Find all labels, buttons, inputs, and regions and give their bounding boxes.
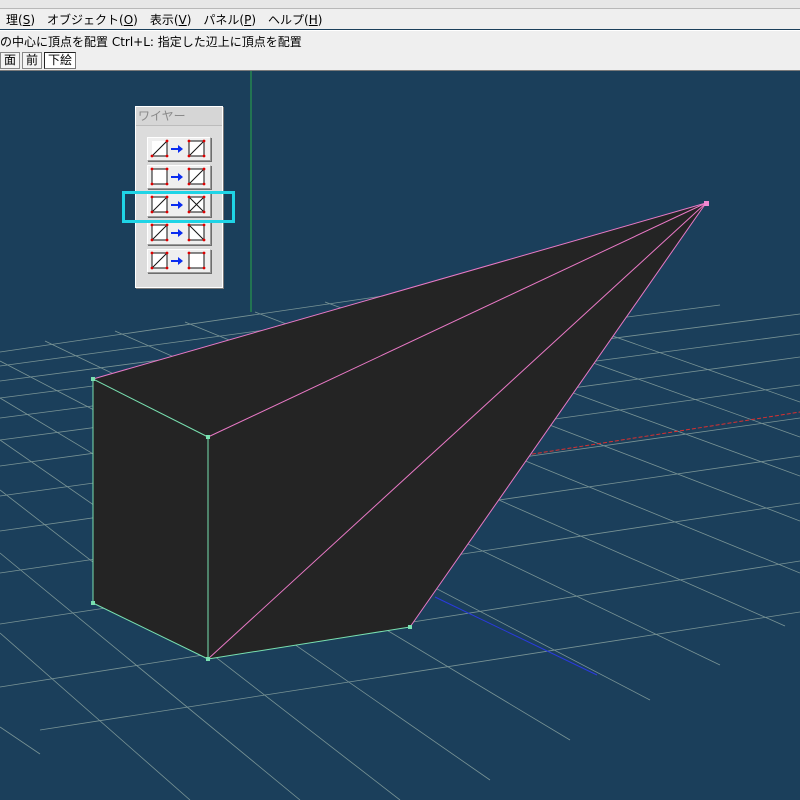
flip-diagonal-button[interactable] [147, 221, 211, 245]
3d-viewport[interactable] [0, 71, 800, 800]
view-tab-bar: 面 前 下絵 [0, 51, 800, 71]
z-axis-line [434, 596, 598, 676]
triangle-to-quad-button[interactable] [147, 137, 211, 161]
tab-underlay[interactable]: 下絵 [44, 52, 77, 69]
hint-bar: の中心に頂点を配置 Ctrl+L: 指定した辺上に頂点を配置 [0, 30, 800, 52]
x-axis-line [519, 411, 800, 457]
selected-vertex[interactable] [704, 201, 709, 206]
menu-edit-process[interactable]: 理(S) [0, 11, 41, 28]
tab-face[interactable]: 面 [0, 52, 21, 69]
menu-help[interactable]: ヘルプ(H) [262, 11, 328, 28]
menu-bar: 理(S) オブジェクト(O) 表示(V) パネル(P) ヘルプ(H) [0, 9, 800, 29]
menu-panel[interactable]: パネル(P) [197, 11, 262, 28]
square-to-diagonal-button[interactable] [147, 165, 211, 189]
hint-text: の中心に頂点を配置 Ctrl+L: 指定した辺上に頂点を配置 [0, 34, 302, 49]
triangle-to-square-icon [150, 139, 206, 158]
menu-view[interactable]: 表示(V) [144, 11, 198, 28]
palette-title[interactable]: ワイヤー [136, 107, 222, 126]
tab-front[interactable]: 前 [22, 52, 43, 69]
viewport-canvas [0, 71, 800, 800]
selection-highlight [122, 191, 235, 223]
flip-diagonal-icon [150, 223, 206, 242]
remove-diagonal-icon [150, 251, 206, 270]
window-top-strip [0, 0, 800, 9]
square-to-diagonal-icon [150, 167, 206, 186]
menu-object[interactable]: オブジェクト(O) [41, 11, 144, 28]
remove-diagonal-button[interactable] [147, 249, 211, 273]
